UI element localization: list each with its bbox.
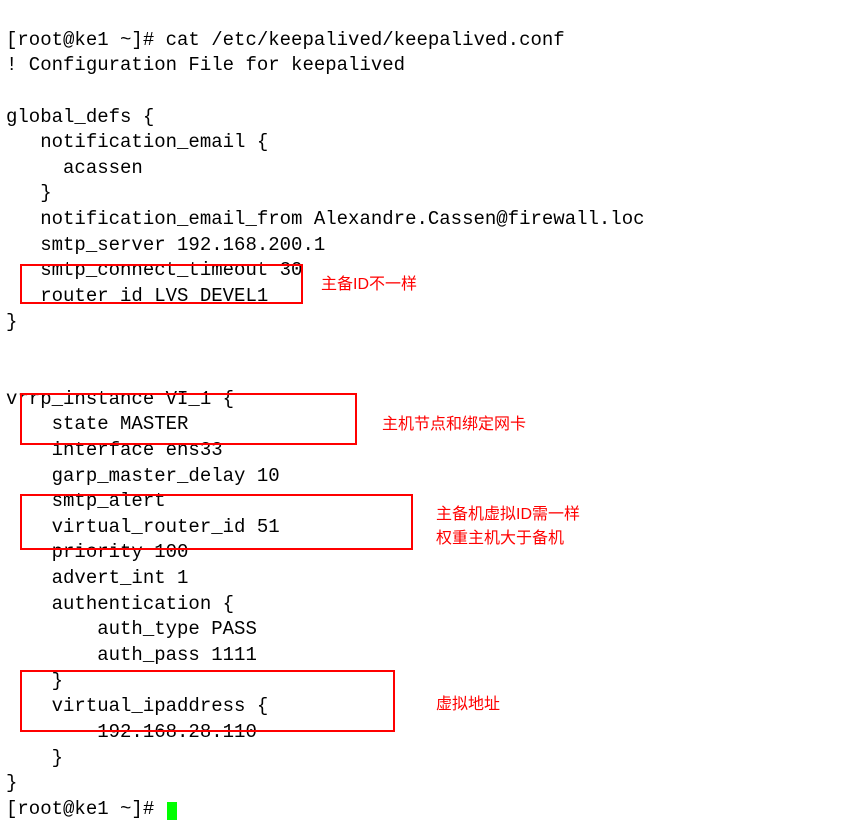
smtp-server-line: smtp_server 192.168.200.1 bbox=[6, 234, 325, 256]
vip-value: 192.168.28.110 bbox=[6, 721, 257, 743]
notif-from-line: notification_email_from Alexandre.Cassen… bbox=[6, 208, 645, 230]
vrrp-open: vrrp_instance VI_1 { bbox=[6, 388, 234, 410]
cursor-icon bbox=[167, 802, 177, 820]
vrrp-close: } bbox=[6, 772, 17, 794]
auth-type-line: auth_type PASS bbox=[6, 618, 257, 640]
annotation-priority: 权重主机大于备机 bbox=[436, 528, 564, 550]
smtp-timeout-line: smtp_connect_timeout 30 bbox=[6, 259, 302, 281]
notif-email-open: notification_email { bbox=[6, 131, 268, 153]
config-comment: ! Configuration File for keepalived bbox=[6, 54, 405, 76]
vip-close: } bbox=[6, 747, 63, 769]
global-close: } bbox=[6, 311, 17, 333]
smtp-alert-line: smtp_alert bbox=[6, 490, 166, 512]
annotation-state-interface: 主机节点和绑定网卡 bbox=[382, 414, 526, 436]
prompt-command-line: [root@ke1 ~]# cat /etc/keepalived/keepal… bbox=[6, 29, 565, 51]
advert-int-line: advert_int 1 bbox=[6, 567, 188, 589]
annotation-router-id: 主备ID不一样 bbox=[321, 274, 417, 296]
interface-line: interface ens33 bbox=[6, 439, 223, 461]
router-id-line: router_id LVS_DEVEL1 bbox=[6, 285, 268, 307]
auth-pass-line: auth_pass 1111 bbox=[6, 644, 257, 666]
annotation-vip: 虚拟地址 bbox=[436, 694, 500, 716]
prompt-end: [root@ke1 ~]# bbox=[6, 798, 166, 820]
priority-line: priority 100 bbox=[6, 541, 188, 563]
virtual-router-id-line: virtual_router_id 51 bbox=[6, 516, 280, 538]
annotation-vrid: 主备机虚拟ID需一样 bbox=[436, 504, 580, 526]
notif-email-value: acassen bbox=[6, 157, 143, 179]
garp-delay-line: garp_master_delay 10 bbox=[6, 465, 280, 487]
vip-open: virtual_ipaddress { bbox=[6, 695, 268, 717]
notif-email-close: } bbox=[6, 182, 52, 204]
state-line: state MASTER bbox=[6, 413, 188, 435]
global-defs-open: global_defs { bbox=[6, 106, 154, 128]
auth-open: authentication { bbox=[6, 593, 234, 615]
auth-close: } bbox=[6, 670, 63, 692]
